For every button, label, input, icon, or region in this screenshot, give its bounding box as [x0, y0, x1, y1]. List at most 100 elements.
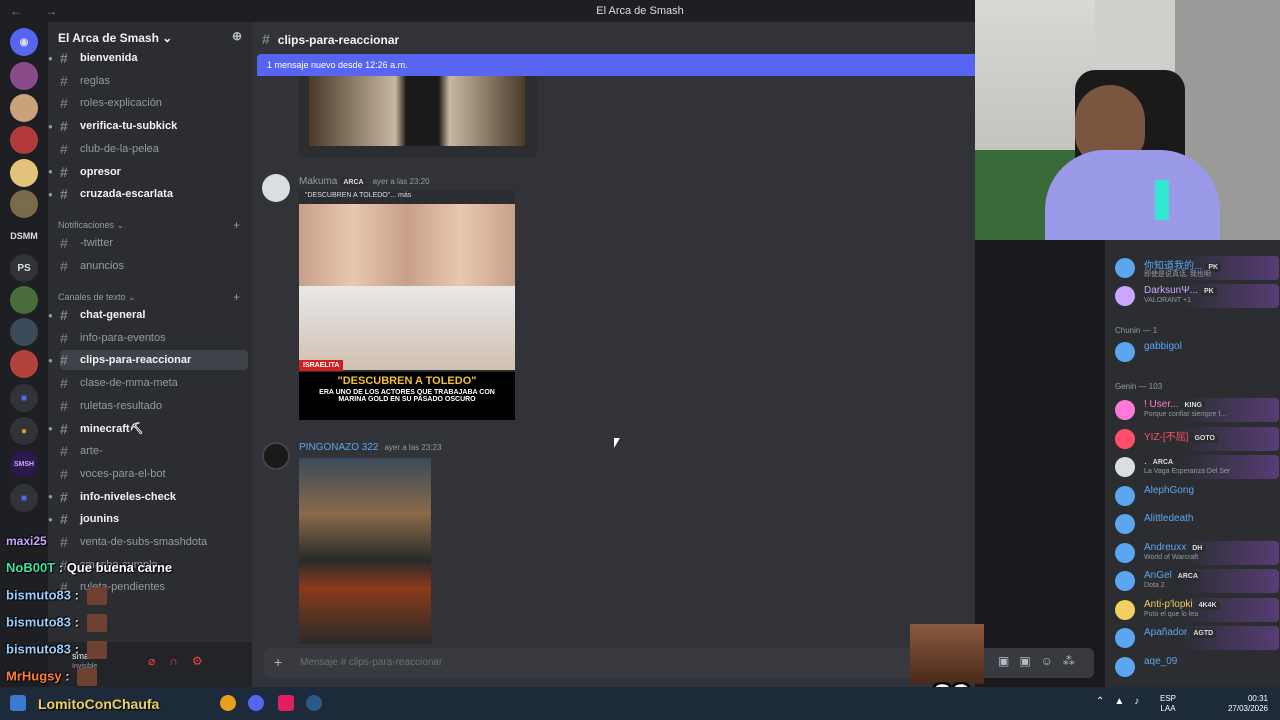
channel-club-de-la-pelea[interactable]: # club-de-la-pelea	[60, 139, 248, 159]
channel-ruletas-resultado[interactable]: # ruletas-resultado	[60, 396, 248, 416]
member-item[interactable]: Andreuxx DH World of Warcraft	[1113, 540, 1279, 565]
discord-icon[interactable]	[248, 695, 264, 711]
tiktok-icon[interactable]	[278, 695, 294, 711]
channel-minecraft-[interactable]: ● # minecraft⛏	[48, 419, 248, 439]
message-time: ayer a las 23:23	[384, 443, 442, 452]
thumbnail-subtitle: ERA UNO DE LOS ACTORES QUE TRABAJABA CON…	[319, 389, 495, 403]
channel-arte-[interactable]: # arte-	[60, 441, 248, 461]
previous-embed[interactable]	[299, 76, 537, 158]
taskbar: LomitoConChaufa ⌃▲♪ ESP LAA 00:31 27/03/20…	[0, 687, 1280, 720]
channel-info-niveles-check[interactable]: ● # info-niveles-check	[48, 487, 248, 507]
member-item[interactable]: . ARCA La Vaga Esperanza Del Ser	[1113, 455, 1279, 479]
member-item[interactable]: 你知道我的... PK 即使是说真话, 我也明	[1113, 256, 1279, 280]
server-dsmm[interactable]: DSMM	[10, 222, 38, 250]
new-messages-bar[interactable]: 1 mensaje nuevo desde 12:26 a.m.	[257, 54, 975, 76]
channel-label: reglas	[80, 74, 110, 87]
channel-jounins[interactable]: ● # jounins	[48, 509, 248, 529]
server-smash-icon[interactable]: SMSH	[10, 450, 38, 478]
clip-embed[interactable]: "DESCUBREN A TOLEDO"... más ISRAELITA "D…	[299, 190, 515, 420]
add-channel-icon[interactable]: +	[233, 290, 240, 304]
channel-reglas[interactable]: # reglas	[60, 71, 248, 91]
hash-icon: #	[60, 50, 68, 66]
member-item[interactable]: Anti-p'lopki 4K4K Puto el que lo lea	[1113, 597, 1279, 622]
channel-roles-explicaci-n[interactable]: # roles-explicación	[60, 93, 248, 113]
avatar	[1115, 656, 1135, 677]
composer-tools-icon[interactable]: ▣▣☺⁂	[998, 654, 1085, 668]
channel-cruzada-escarlata[interactable]: ● # cruzada-escarlata	[48, 184, 248, 204]
member-name: YIZ-[不屈]	[1144, 431, 1189, 443]
channel-voces-para-el-bot[interactable]: # voces-para-el-bot	[60, 464, 248, 484]
channel-label: bienvenida	[80, 52, 138, 64]
channel-info-para-eventos[interactable]: # info-para-eventos	[60, 328, 248, 348]
member-status: La Vaga Esperanza Del Ser	[1144, 468, 1231, 475]
folder-icon[interactable]: ■	[10, 484, 38, 512]
server-ps[interactable]: PS	[10, 254, 38, 282]
member-item[interactable]: YIZ-[不屈] GOTO	[1113, 426, 1279, 451]
channel-verifica-tu-subkick[interactable]: ● # verifica-tu-subkick	[48, 116, 248, 136]
stream-chat-line: bismuto83 :	[6, 587, 107, 605]
chrome-icon[interactable]	[220, 695, 236, 711]
tray-icons[interactable]: ⌃▲♪	[1096, 696, 1149, 707]
server-icon[interactable]	[10, 190, 38, 218]
member-name: Anti-p'lopki	[1144, 598, 1193, 610]
hash-icon: #	[60, 375, 68, 392]
stream-chat-line: bismuto83 :	[6, 614, 107, 632]
member-item[interactable]: Apañador AGTD	[1113, 626, 1279, 650]
food-photo[interactable]	[299, 458, 431, 644]
member-item[interactable]: AnGel ARCA Dota 2	[1113, 569, 1279, 593]
steam-icon[interactable]	[306, 695, 322, 711]
server-icon[interactable]	[10, 126, 38, 154]
member-item[interactable]: DarksunΨ... PK VALORANT +1	[1113, 284, 1279, 308]
member-item[interactable]: AlephGong	[1113, 484, 1278, 508]
member-item[interactable]: gabbigol	[1113, 340, 1278, 364]
server-icon[interactable]	[10, 62, 38, 90]
member-name: Apañador	[1144, 627, 1188, 638]
folder-icon[interactable]: ■	[10, 384, 38, 412]
channel-opresor[interactable]: ● # opresor	[48, 162, 248, 182]
channel-label: opresor	[80, 165, 121, 178]
channel-bienvenida[interactable]: ● # bienvenida	[48, 48, 248, 68]
hash-icon: #	[60, 95, 68, 112]
category-notifications[interactable]: Notificaciones ⌄ +	[58, 218, 244, 232]
server-icon[interactable]	[10, 286, 38, 314]
category-text[interactable]: Canales de texto ⌄ +	[58, 290, 244, 304]
member-item[interactable]: ! User... KING Porque confiar siempre f...	[1113, 398, 1279, 422]
clock[interactable]: 00:31 27/03/2026	[1218, 694, 1268, 714]
chat-text: Que buena carne	[66, 560, 173, 575]
stream-chat-line: bismuto83 :	[6, 641, 107, 659]
member-item[interactable]: aqe_09	[1113, 655, 1278, 679]
discord-home-icon[interactable]: ◉	[10, 28, 38, 56]
channel-label: ruletas-resultado	[80, 399, 162, 412]
windows-icon[interactable]	[10, 695, 26, 711]
avatar[interactable]	[262, 174, 290, 202]
channel-anuncios[interactable]: # anuncios	[60, 256, 248, 276]
member-category-genin: Genin — 103	[1115, 382, 1163, 391]
channel-chat-general[interactable]: ● # chat-general	[48, 305, 248, 325]
avatar[interactable]	[262, 442, 290, 470]
hash-icon: #	[60, 352, 68, 369]
message-author[interactable]: PINGONAZO 322	[299, 442, 378, 453]
channel--twitter[interactable]: # -twitter	[60, 233, 248, 253]
language-indicator[interactable]: ESP LAA	[1160, 694, 1176, 714]
chat-area: # clips-para-reaccionar 1 mensaje nuevo d…	[252, 22, 1094, 687]
add-channel-icon[interactable]: +	[233, 218, 240, 232]
server-icon[interactable]	[10, 350, 38, 378]
stream-chat-overlay: maxi25 NoB00T : Que buena carne bismuto83…	[0, 534, 280, 690]
member-item[interactable]: Alittledeath	[1113, 512, 1278, 536]
chat-emote-icon	[86, 641, 107, 659]
chat-user: MrHugsy	[6, 668, 62, 684]
server-icon[interactable]	[10, 94, 38, 122]
embed-image[interactable]	[309, 76, 525, 146]
embed-title: "DESCUBREN A TOLEDO"... más	[305, 192, 412, 199]
channel-label: roles-explicación	[80, 97, 162, 110]
add-member-icon[interactable]: ⊕	[232, 29, 242, 43]
server-icon[interactable]	[10, 318, 38, 346]
server-icon[interactable]	[10, 159, 38, 187]
server-icon[interactable]: ●	[10, 417, 38, 445]
message-author[interactable]: Makuma	[299, 176, 337, 187]
member-tag: KING	[1181, 401, 1205, 410]
channel-clips-para-reaccionar[interactable]: ● # clips-para-reaccionar	[48, 350, 248, 371]
member-tag: DH	[1189, 543, 1206, 553]
member-status: Dota 2	[1144, 582, 1165, 589]
channel-clase-de-mma-meta[interactable]: # clase-de-mma-meta	[60, 373, 248, 393]
